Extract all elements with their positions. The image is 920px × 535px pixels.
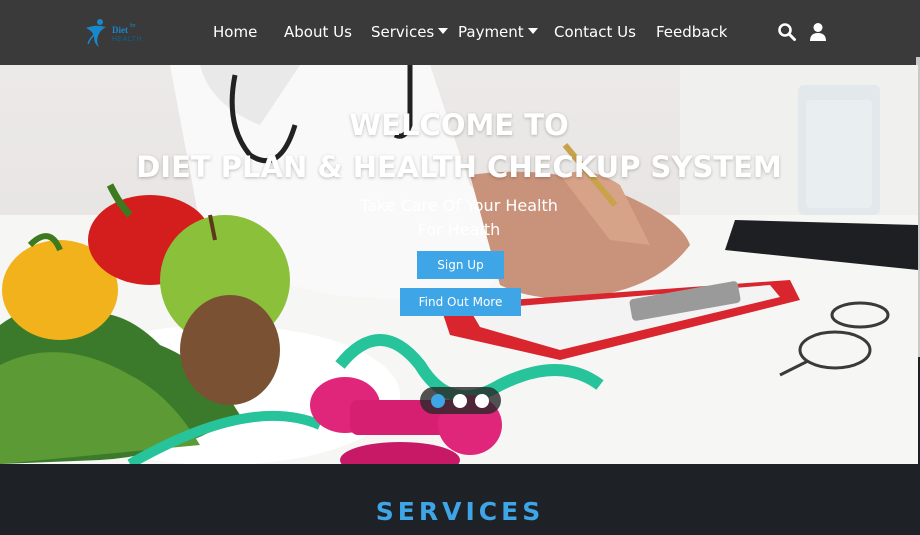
caret-down-icon <box>527 28 538 34</box>
logo-text: Diet <box>112 25 128 35</box>
nav-feedback[interactable]: Feedback <box>656 23 727 41</box>
carousel-dot-2[interactable] <box>453 394 467 408</box>
carousel-indicators <box>420 387 501 414</box>
navbar: Diet for HEALTH Home About Us Services P… <box>0 0 920 65</box>
nav-contact-us[interactable]: Contact Us <box>554 23 636 41</box>
nav-about-us[interactable]: About Us <box>284 23 352 41</box>
caret-down-icon <box>438 28 449 34</box>
sign-up-button[interactable]: Sign Up <box>417 251 504 279</box>
logo-subtext: HEALTH <box>112 36 143 43</box>
nav-services-label: Services <box>371 23 435 41</box>
hero-title-line1: WELCOME TO <box>349 108 569 142</box>
hero-subtitle-line2: For Health <box>417 220 501 239</box>
logo[interactable]: Diet for HEALTH <box>82 14 152 50</box>
logo-superscript: for <box>130 23 136 29</box>
nav-payment-label: Payment <box>458 23 524 41</box>
nav-home[interactable]: Home <box>213 23 257 41</box>
user-icon[interactable] <box>808 22 828 42</box>
search-icon[interactable] <box>777 22 797 42</box>
hero-carousel: WELCOME TO DIET PLAN & HEALTH CHECKUP SY… <box>0 65 918 464</box>
hero-title-line2: DIET PLAN & HEALTH CHECKUP SYSTEM <box>136 150 782 184</box>
nav-services-dropdown[interactable]: Services <box>371 23 449 41</box>
services-heading: SERVICES <box>375 497 545 526</box>
nav-payment-dropdown[interactable]: Payment <box>458 23 538 41</box>
hero-subtitle-line1: Take Care Of Your Health <box>360 196 558 215</box>
carousel-dot-3[interactable] <box>475 394 489 408</box>
find-out-more-button[interactable]: Find Out More <box>400 288 521 316</box>
carousel-dot-1[interactable] <box>431 394 445 408</box>
